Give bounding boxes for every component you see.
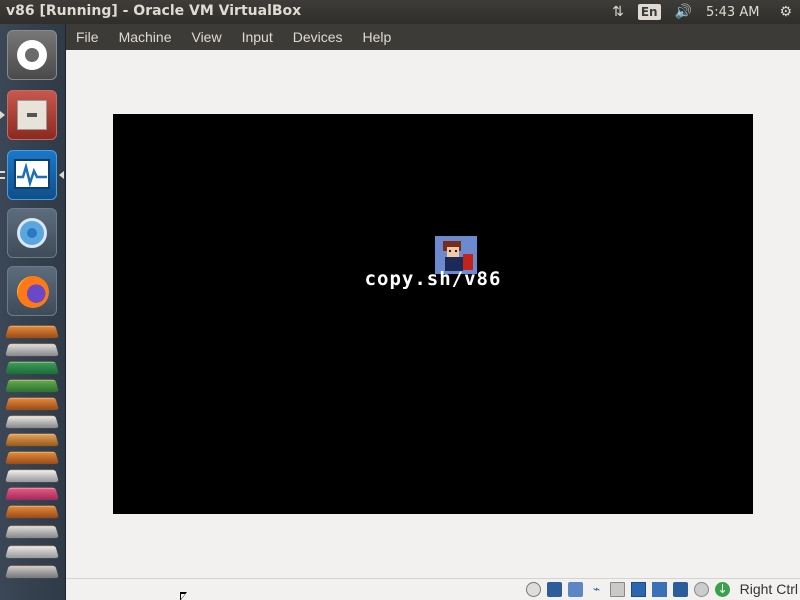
launcher [0,24,66,600]
host-key-indicator-icon[interactable]: ↓ [715,582,730,597]
top-panel: v86 [Running] - Oracle VM VirtualBox ⇅ E… [0,0,800,24]
menu-view[interactable]: View [181,24,231,50]
mouse-integration-icon[interactable] [694,582,709,597]
virtualbox-window: File Machine View Input Devices Help cop… [66,24,800,600]
launcher-stacked-item[interactable] [5,397,59,411]
host-key-label[interactable]: Right Ctrl [740,581,798,597]
shared-folder-icon[interactable] [610,582,625,597]
keyboard-layout-indicator[interactable]: En [637,4,661,20]
menubar: File Machine View Input Devices Help [66,24,800,50]
gear-icon[interactable]: ⚙ [779,4,792,20]
focused-indicator [59,171,64,179]
system-monitor-icon [14,159,50,189]
launcher-stacked-item[interactable] [5,565,59,579]
video-capture-icon[interactable] [652,582,667,597]
display-icon[interactable] [631,582,646,597]
splash-text: copy.sh/v86 [364,268,502,290]
chromium-launcher-button[interactable] [7,208,57,258]
floppy-icon[interactable] [547,582,562,597]
indicator-area: ⇅ En 🔊 5:43 AM ⚙ [598,0,800,24]
vm-display-area: copy.sh/v86 [66,50,800,578]
mouse-pointer-fill [181,594,185,599]
launcher-stacked-item[interactable] [5,545,59,559]
launcher-stacked-item[interactable] [5,469,59,483]
ubuntu-dash-button[interactable] [7,30,57,80]
menu-file[interactable]: File [66,24,109,50]
clock[interactable]: 5:43 AM [706,5,759,20]
launcher-stacked-item[interactable] [5,325,59,339]
firefox-launcher-button[interactable] [7,266,57,316]
launcher-stacked-item[interactable] [5,433,59,447]
launcher-stacked-item[interactable] [5,451,59,465]
menu-machine[interactable]: Machine [109,24,182,50]
launcher-stacked-item[interactable] [5,415,59,429]
window-title: v86 [Running] - Oracle VM VirtualBox [6,3,302,19]
launcher-stacked-item[interactable] [5,343,59,357]
statusbar: ⌁ ↓ Right Ctrl [66,578,800,600]
ubuntu-logo-icon [17,40,47,70]
launcher-stacked-item[interactable] [5,505,59,519]
volume-icon[interactable]: 🔊 [675,4,692,20]
network-arrows-icon[interactable]: ⇅ [612,4,624,20]
menu-input[interactable]: Input [232,24,283,50]
running-indicator [0,111,5,119]
running-indicator [0,171,5,179]
device-status-icons: ⌁ ↓ [520,582,730,597]
launcher-stacked-item[interactable] [5,525,59,539]
menu-help[interactable]: Help [353,24,402,50]
firefox-icon [17,276,49,308]
launcher-stacked-item[interactable] [5,361,59,375]
file-cabinet-icon [17,100,47,130]
cpu-icon[interactable] [673,582,688,597]
launcher-stacked-item[interactable] [5,379,59,393]
launcher-stacked-item[interactable] [5,487,59,501]
menu-devices[interactable]: Devices [283,24,353,50]
system-monitor-launcher-button[interactable] [7,150,57,200]
chromium-icon [17,218,47,248]
usb-icon[interactable]: ⌁ [589,582,604,597]
optical-disk-icon[interactable] [526,582,541,597]
files-launcher-button[interactable] [7,90,57,140]
guest-screen[interactable]: copy.sh/v86 [113,114,753,514]
network-icon[interactable] [568,582,583,597]
